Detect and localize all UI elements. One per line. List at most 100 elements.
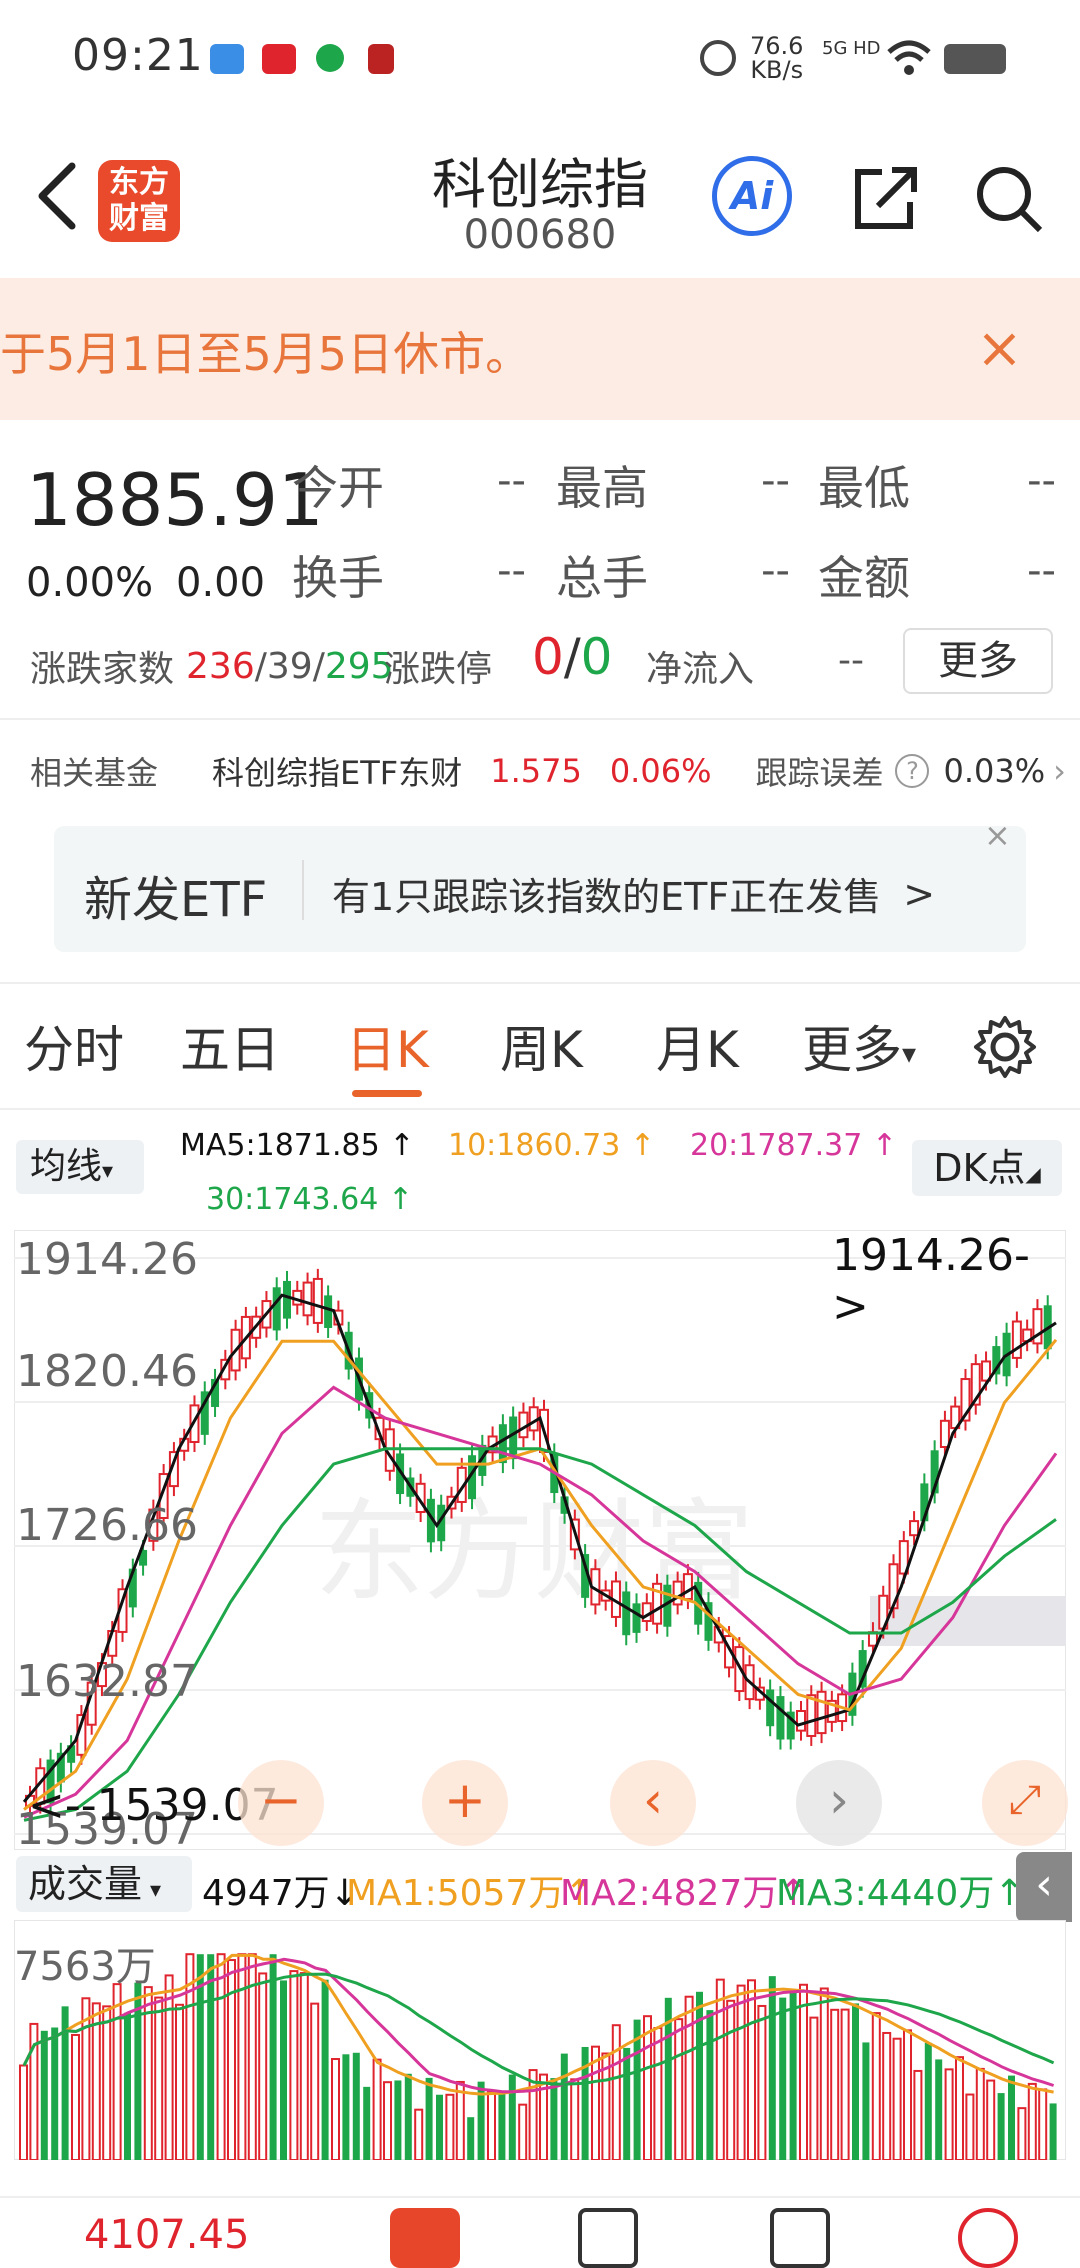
tab-more[interactable]: 更多▾: [802, 1010, 916, 1082]
volume-bar: [455, 2080, 465, 2161]
alarm-icon: [700, 40, 736, 76]
limit-label: 涨跌停: [384, 649, 493, 690]
volume-bar: [383, 2081, 392, 2162]
volume-bar: [852, 2003, 859, 2160]
zoom-out-button[interactable]: −: [238, 1760, 324, 1846]
volume-bar: [164, 1974, 174, 2161]
limit-up: 0: [532, 628, 564, 686]
volume-bar: [342, 2054, 350, 2160]
volume-bar: [862, 2042, 870, 2160]
zoom-in-button[interactable]: +: [422, 1760, 508, 1846]
tab-five-day[interactable]: 五日: [180, 1010, 280, 1082]
status-time: 09:21: [72, 30, 204, 81]
y-axis-label: 1632.87: [16, 1656, 198, 1707]
limit-down: 0: [580, 628, 613, 686]
trade-icon[interactable]: [390, 2208, 460, 2268]
search-icon[interactable]: [970, 160, 1046, 236]
net-speed-unit: KB/s: [750, 56, 804, 84]
more-quote-button[interactable]: 更多: [903, 628, 1053, 694]
apps-icon[interactable]: [770, 2208, 830, 2268]
dk-point-label: DK点: [933, 1146, 1026, 1190]
divider: [0, 718, 1080, 720]
tab-weekly-k[interactable]: 周K: [500, 1010, 583, 1082]
volume-bar: [1008, 2075, 1015, 2160]
kline-chart[interactable]: 东方财富 1914.26 1820.46 1726.66 1632.87 153…: [13, 1229, 1068, 1855]
network-type: 5G HD: [822, 38, 881, 59]
volume-bar: [280, 1980, 287, 2160]
share-icon[interactable]: [846, 160, 922, 236]
y-axis-label: 1726.66: [16, 1500, 198, 1551]
volume-bar: [653, 2027, 663, 2161]
related-fund-row[interactable]: 相关基金 科创综指ETF东财 1.575 0.06% 跟踪误差 ? 0.03% …: [30, 748, 1066, 794]
edit-icon[interactable]: [578, 2208, 638, 2268]
divider: [0, 982, 1080, 984]
tab-more-label: 更多: [802, 1021, 902, 1079]
limit-counts: 0 / 0: [532, 628, 612, 686]
volume-bar: [331, 2058, 340, 2161]
amount-label: 金额: [818, 551, 910, 605]
high-value: --: [761, 458, 790, 504]
candle: [509, 1416, 518, 1460]
volume-bar: [289, 1970, 299, 2162]
volume-bar: [51, 2027, 59, 2160]
battery-icon: [944, 44, 1006, 74]
fund-label: 相关基金: [30, 754, 159, 792]
candle: [806, 1694, 817, 1737]
market-breadth: 涨跌家数 236 / 39 / 295: [30, 640, 394, 692]
volume-bar: [425, 2077, 433, 2160]
volume-bar: [903, 2029, 912, 2161]
close-icon[interactable]: ×: [984, 816, 1024, 856]
tab-daily-k[interactable]: 日K: [346, 1010, 429, 1082]
new-etf-card[interactable]: 新发ETF 有1只跟踪该指数的ETF正在发售 > ×: [54, 816, 1026, 952]
amount-value: --: [1027, 548, 1056, 594]
volume-bar: [112, 1983, 122, 2161]
indicator-select[interactable]: 均线▾: [16, 1140, 144, 1194]
volume-bar: [216, 1953, 226, 2162]
tab-intraday[interactable]: 分时: [24, 1010, 124, 1082]
volume-current: 4947万↓: [202, 1873, 360, 1914]
fullscreen-button[interactable]: ⤢: [982, 1760, 1068, 1846]
alert-icon[interactable]: [958, 2208, 1018, 2268]
notice-close-button[interactable]: ×: [976, 321, 1026, 377]
dk-point-button[interactable]: DK点◢: [912, 1140, 1062, 1196]
holiday-notice-banner: 于5月1日至5月5日休市。 ×: [0, 278, 1080, 420]
ai-button[interactable]: Ai: [712, 156, 792, 236]
volume-bar: [321, 1979, 329, 2160]
volume-bar: [1027, 2082, 1037, 2161]
volume-bar: [611, 2024, 621, 2161]
fund-name[interactable]: 科创综指ETF东财: [212, 748, 462, 794]
volume-bar: [436, 2094, 443, 2160]
index-price: 1885.91: [26, 458, 324, 542]
volume-bar: [102, 2005, 112, 2162]
low-label: 最低: [818, 461, 910, 515]
notice-text: 于5月1日至5月5日休市。: [0, 327, 532, 381]
app3-notification-icon: [368, 44, 394, 74]
toutiao-notification-icon: [262, 44, 296, 74]
candle: [816, 1690, 827, 1735]
divider: [0, 1108, 1080, 1110]
volume-bar: [487, 2091, 496, 2161]
bottom-toolbar: 4107.45: [0, 2196, 1080, 2268]
tab-monthly-k[interactable]: 月K: [656, 1010, 739, 1082]
tracking-error-value: 0.03%: [943, 752, 1046, 790]
volume-bar: [819, 1987, 829, 2161]
net-speed-value: 76.6: [750, 32, 804, 60]
volume-bar: [310, 2002, 320, 2162]
open-value: --: [497, 458, 526, 504]
scroll-left-button[interactable]: ‹: [610, 1760, 696, 1846]
volume-bar: [715, 1978, 725, 2161]
help-icon[interactable]: ?: [895, 754, 930, 788]
volume-bar: [924, 2042, 932, 2160]
settings-gear-icon[interactable]: [972, 1014, 1038, 1080]
fund-pct: 0.06%: [609, 752, 712, 790]
scroll-right-button[interactable]: ›: [796, 1760, 882, 1846]
volume-bar: [560, 2053, 568, 2160]
collapse-panel-button[interactable]: ‹: [1016, 1852, 1072, 1922]
volume-chart[interactable]: 7563万: [13, 1919, 1067, 2162]
volume-bar: [550, 2078, 558, 2160]
volume-indicator-select[interactable]: 成交量 ▾: [16, 1856, 192, 1912]
dk-zone: [870, 1596, 1066, 1646]
low-value: --: [1027, 458, 1056, 504]
volume-bar: [498, 2093, 506, 2160]
volume-bar: [674, 2018, 684, 2161]
